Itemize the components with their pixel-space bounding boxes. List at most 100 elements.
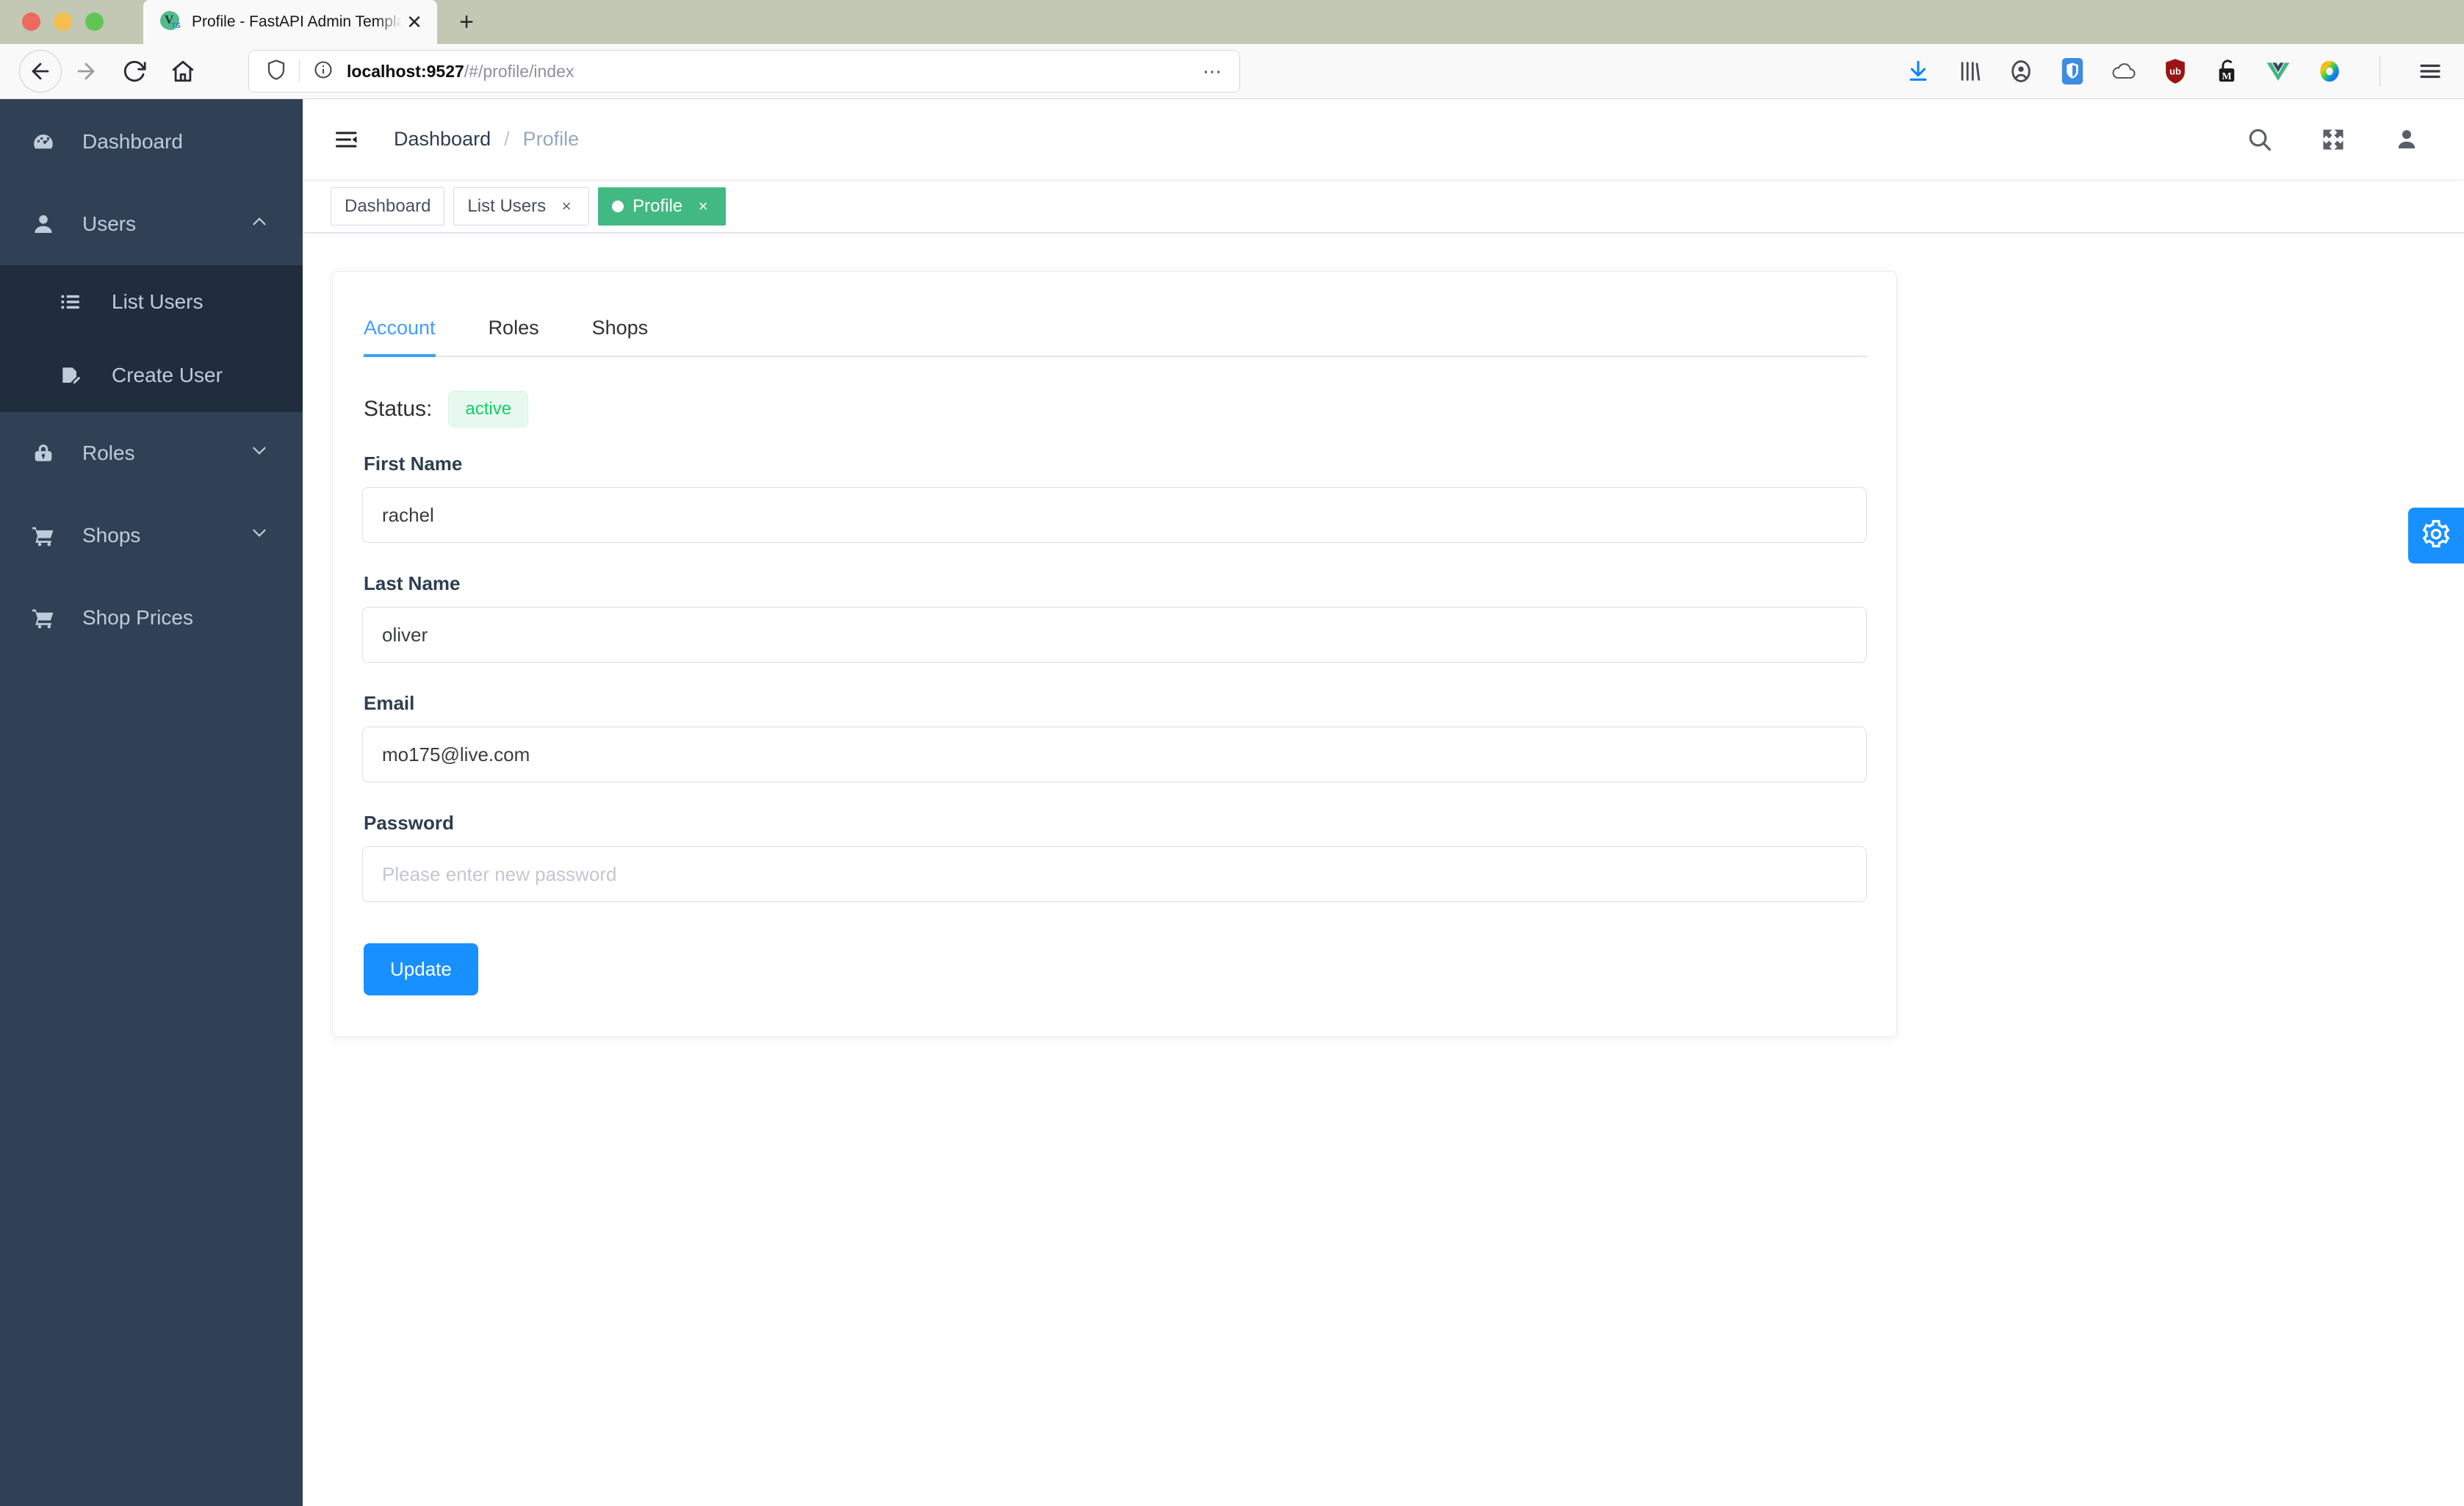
field-last-name: Last Name xyxy=(362,572,1867,663)
hamburger-menu-icon[interactable] xyxy=(2416,57,2445,86)
profile-card: Account Roles Shops Status: active First… xyxy=(332,271,1897,1037)
favicon-sub: TS xyxy=(171,22,181,30)
browser-titlebar: V TS Profile - FastAPI Admin Template ✕ … xyxy=(0,0,2464,44)
chevron-down-icon xyxy=(248,440,270,467)
sidebar-item-label: Dashboard xyxy=(82,130,183,153)
new-tab-button[interactable]: + xyxy=(446,1,487,43)
tag-list-users[interactable]: List Users × xyxy=(453,187,590,226)
collapse-menu-icon[interactable] xyxy=(331,123,363,156)
active-tag-dot-icon xyxy=(612,200,624,212)
minimize-window-button[interactable] xyxy=(54,12,72,31)
metamask-lock-icon[interactable]: M xyxy=(2212,57,2241,86)
url-text[interactable]: localhost:9527/#/profile/index xyxy=(347,62,574,82)
site-info-icon[interactable] xyxy=(313,60,334,84)
update-button[interactable]: Update xyxy=(364,943,478,995)
tag-label: Profile xyxy=(633,195,683,216)
first-name-input[interactable] xyxy=(362,487,1867,543)
tab-title: Profile - FastAPI Admin Template xyxy=(192,13,402,30)
breadcrumb: Dashboard / Profile xyxy=(394,128,579,151)
forward-button[interactable] xyxy=(62,47,110,96)
breadcrumb-profile: Profile xyxy=(522,128,580,150)
tab-strip: V TS Profile - FastAPI Admin Template ✕ … xyxy=(143,0,487,44)
chevron-down-icon xyxy=(248,522,270,550)
browser-navbar: localhost:9527/#/profile/index ⋯ ub M xyxy=(0,44,2464,99)
close-window-button[interactable] xyxy=(22,12,40,31)
url-path: /#/profile/index xyxy=(464,61,574,81)
browser-tab[interactable]: V TS Profile - FastAPI Admin Template ✕ xyxy=(143,0,437,44)
sidebar-item-dashboard[interactable]: Dashboard xyxy=(0,101,303,183)
avatar-icon[interactable] xyxy=(2391,123,2423,156)
tab-account[interactable]: Account xyxy=(364,317,465,357)
field-label: Email xyxy=(364,692,415,714)
fullscreen-icon[interactable] xyxy=(2317,123,2349,156)
cart-icon xyxy=(31,523,62,548)
browser-extension-icons: ub M xyxy=(1903,56,2445,87)
sidebar-item-list-users[interactable]: List Users xyxy=(0,265,303,339)
tracking-shield-icon[interactable] xyxy=(265,59,287,84)
bitwarden-icon[interactable] xyxy=(2058,57,2087,86)
vue-favicon-icon: V TS xyxy=(159,11,181,33)
sidebar-item-roles[interactable]: Roles xyxy=(0,412,303,494)
ublock-icon[interactable]: ub xyxy=(2161,57,2190,86)
breadcrumb-separator: / xyxy=(504,128,510,150)
email-input[interactable] xyxy=(362,727,1867,782)
cart-icon xyxy=(31,605,62,630)
status-row: Status: active xyxy=(364,391,1867,428)
field-label: First Name xyxy=(364,453,463,475)
lock-icon xyxy=(31,441,62,466)
window-controls[interactable] xyxy=(22,12,104,31)
sidebar-item-label: Users xyxy=(82,212,137,235)
app-main: Account Roles Shops Status: active First… xyxy=(303,233,2464,1506)
tag-close-icon[interactable]: × xyxy=(694,197,712,216)
sidebar-item-label: Shop Prices xyxy=(82,606,193,629)
browser-window: V TS Profile - FastAPI Admin Template ✕ … xyxy=(0,0,2464,1506)
tag-label: Dashboard xyxy=(345,195,431,216)
tag-profile[interactable]: Profile × xyxy=(598,187,727,226)
field-email: Email xyxy=(362,692,1867,782)
last-name-input[interactable] xyxy=(362,607,1867,663)
chevron-up-icon xyxy=(248,211,270,238)
main-content: Dashboard / Profile Dashboard List Users… xyxy=(303,99,2464,1506)
sidebar-item-shops[interactable]: Shops xyxy=(0,494,303,577)
maximize-window-button[interactable] xyxy=(85,12,104,31)
url-host: localhost:9527 xyxy=(347,61,464,81)
color-picker-icon[interactable] xyxy=(2315,57,2344,86)
back-button[interactable] xyxy=(19,50,62,93)
reload-button[interactable] xyxy=(110,47,159,96)
tab-close-icon[interactable]: ✕ xyxy=(402,10,427,35)
sidebar-item-shop-prices[interactable]: Shop Prices xyxy=(0,577,303,659)
dashboard-icon xyxy=(31,129,62,154)
sidebar-item-create-user[interactable]: Create User xyxy=(0,339,303,412)
settings-panel-button[interactable] xyxy=(2408,508,2464,563)
svg-text:M: M xyxy=(2222,71,2231,82)
vue-devtools-icon[interactable] xyxy=(2263,57,2293,86)
tag-label: List Users xyxy=(467,195,547,216)
search-icon[interactable] xyxy=(2244,123,2276,156)
home-button[interactable] xyxy=(159,47,207,96)
status-label: Status: xyxy=(364,397,433,421)
svg-text:ub: ub xyxy=(2169,66,2181,77)
cloud-icon[interactable] xyxy=(2109,57,2139,86)
url-bar[interactable]: localhost:9527/#/profile/index ⋯ xyxy=(248,50,1240,93)
sidebar-submenu-users: List Users Create User xyxy=(0,265,303,412)
tags-view: Dashboard List Users × Profile × xyxy=(303,180,2464,233)
tab-shops[interactable]: Shops xyxy=(592,317,678,356)
field-label: Password xyxy=(364,812,454,834)
password-input[interactable] xyxy=(362,846,1867,902)
tag-dashboard[interactable]: Dashboard xyxy=(331,187,445,226)
field-label: Last Name xyxy=(364,572,461,594)
account-icon[interactable] xyxy=(2006,57,2036,86)
gear-icon xyxy=(2421,519,2452,553)
breadcrumb-dashboard[interactable]: Dashboard xyxy=(394,128,491,151)
field-password: Password xyxy=(362,812,1867,902)
tag-close-icon[interactable]: × xyxy=(558,197,575,216)
profile-tabs: Account Roles Shops xyxy=(362,297,1867,357)
sidebar-item-label: List Users xyxy=(112,290,203,313)
tab-roles[interactable]: Roles xyxy=(489,317,569,356)
page-viewport: Dashboard Users List Users Create User R… xyxy=(0,99,2464,1506)
download-icon[interactable] xyxy=(1903,57,1933,86)
sidebar-item-users[interactable]: Users xyxy=(0,183,303,265)
library-icon[interactable] xyxy=(1955,57,1984,86)
page-actions-icon[interactable]: ⋯ xyxy=(1203,60,1223,83)
sidebar-item-label: Create User xyxy=(112,364,223,386)
